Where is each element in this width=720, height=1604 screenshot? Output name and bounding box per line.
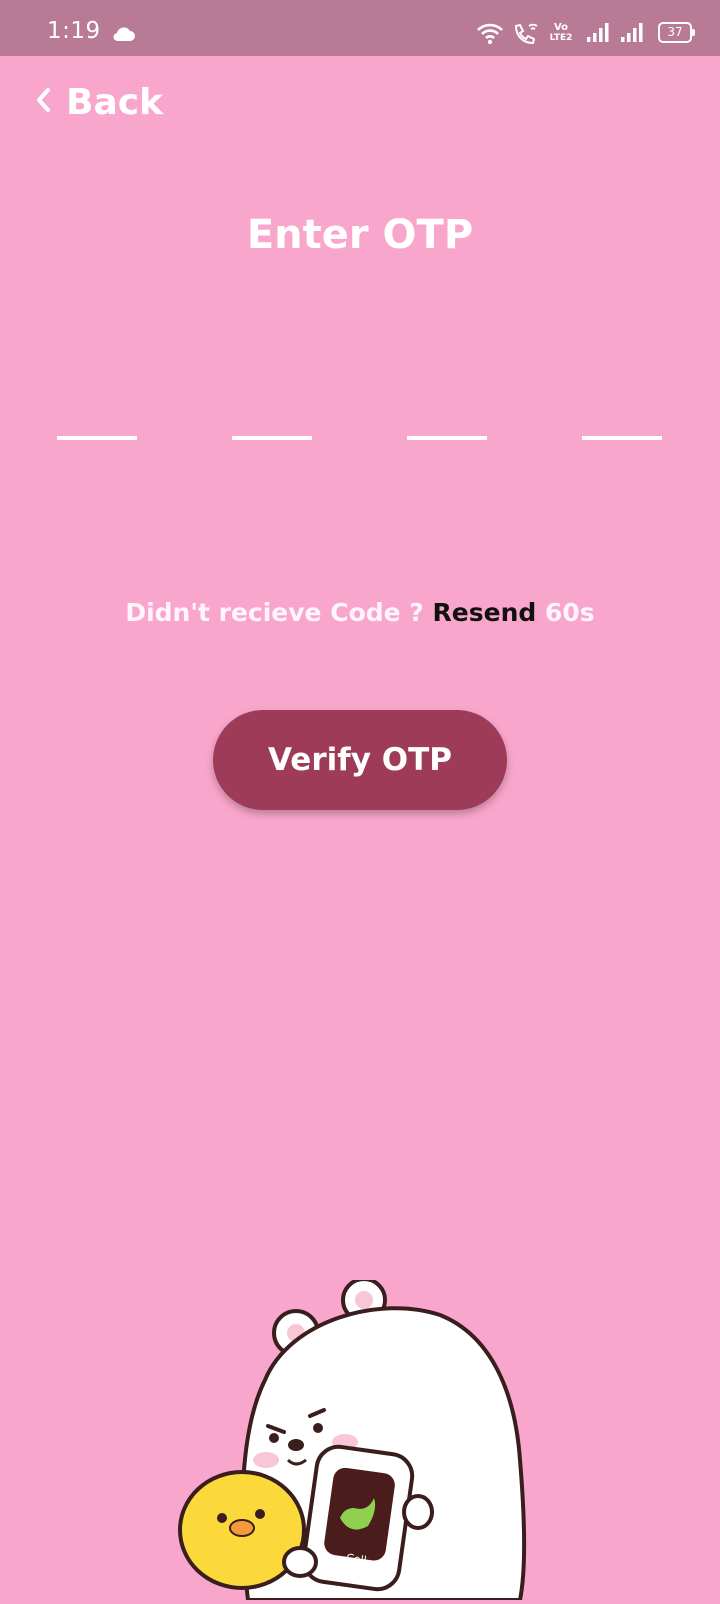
resend-link[interactable]: Resend <box>433 598 537 627</box>
signal-icon <box>586 22 612 48</box>
resend-prompt: Didn't recieve Code ? <box>125 598 424 627</box>
wifi-calling-icon <box>512 22 540 50</box>
signal-icon <box>620 22 646 48</box>
chevron-left-icon <box>34 86 52 118</box>
otp-digit-4[interactable] <box>582 396 662 440</box>
page-title: Enter OTP <box>246 212 474 258</box>
resend-countdown: 60s <box>545 598 595 627</box>
back-button[interactable]: Back <box>34 80 163 124</box>
back-label: Back <box>66 81 164 123</box>
otp-digit-3[interactable] <box>407 396 487 440</box>
status-time: 1:19 <box>47 18 101 44</box>
status-bar: 1:19 Vo LTE2 37 <box>0 0 720 56</box>
cloud-icon <box>112 26 136 46</box>
volte-top-label: Vo <box>553 22 569 33</box>
verify-otp-button[interactable]: Verify OTP <box>213 710 507 810</box>
resend-row: Didn't recieve Code ? Resend 60s <box>0 598 720 627</box>
otp-digit-2[interactable] <box>232 396 312 440</box>
verify-otp-label: Verify OTP <box>268 742 452 778</box>
volte-icon: Vo LTE2 <box>548 22 574 44</box>
otp-digit-1[interactable] <box>57 396 137 440</box>
volte-bottom-label: LTE2 <box>549 33 573 43</box>
battery-icon: 37 <box>658 22 695 43</box>
mascot-illustration: Cell <box>170 1277 550 1604</box>
wifi-icon <box>476 22 504 50</box>
